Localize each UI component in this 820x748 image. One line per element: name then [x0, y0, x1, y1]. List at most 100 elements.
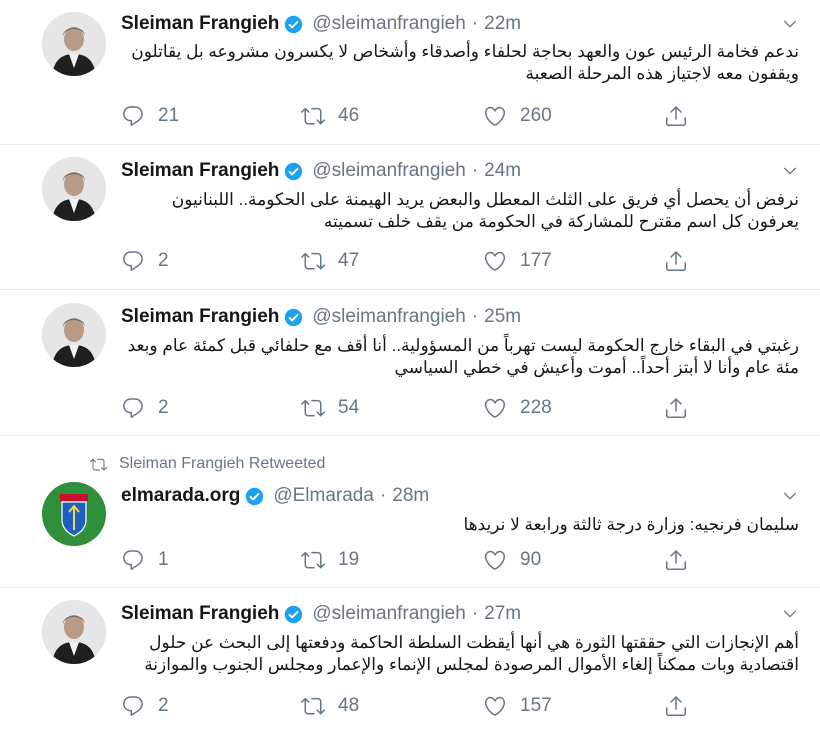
timestamp[interactable]: 28m: [392, 485, 429, 507]
elmarada-logo-icon: [42, 482, 106, 546]
retweet-icon: [90, 456, 107, 473]
share-icon: [664, 104, 688, 128]
reply-icon: [121, 548, 145, 572]
tweet[interactable]: Sleiman Frangieh @sleimanfrangieh · 22m …: [0, 0, 820, 145]
reply-count: 2: [158, 695, 169, 716]
avatar[interactable]: [42, 303, 106, 367]
tweet-text: أهم الإنجازات التي حققتها الثورة هي أنها…: [144, 633, 799, 674]
verified-icon: [284, 15, 303, 34]
like-count: 260: [520, 105, 552, 126]
retweet-icon: [301, 694, 325, 718]
timestamp[interactable]: 25m: [484, 306, 521, 328]
chevron-down-icon[interactable]: [782, 606, 798, 622]
like-button[interactable]: 157: [483, 694, 552, 718]
like-count: 157: [520, 695, 552, 716]
retweet-icon: [301, 249, 325, 273]
tweet[interactable]: Sleiman Frangieh @sleimanfrangieh · 25m …: [0, 290, 820, 436]
handle[interactable]: @sleimanfrangieh: [312, 603, 465, 625]
tweet-header: Sleiman Frangieh @sleimanfrangieh · 25m: [121, 305, 521, 329]
tweet-text: سليمان فرنجيه: وزارة درجة ثالثة ورابعة ل…: [463, 515, 799, 534]
avatar[interactable]: [42, 157, 106, 221]
like-button[interactable]: 260: [483, 104, 552, 128]
retweeted-by-label[interactable]: Sleiman Frangieh Retweeted: [119, 455, 325, 473]
tweet-header: Sleiman Frangieh @sleimanfrangieh · 27m: [121, 602, 521, 626]
like-button[interactable]: 228: [483, 396, 552, 420]
retweet-button[interactable]: 47: [301, 249, 359, 273]
reply-button[interactable]: 2: [121, 249, 169, 273]
tweet-actions: 2 47 177: [121, 249, 701, 277]
tweet-actions: 1 19 90: [121, 548, 701, 576]
tweet[interactable]: Sleiman Frangieh @sleimanfrangieh · 24m …: [0, 145, 820, 290]
retweet-count: 19: [338, 549, 360, 570]
person-photo: [42, 12, 106, 76]
tweet[interactable]: Sleiman Frangieh Retweeted elmarada.org …: [0, 436, 820, 588]
reply-button[interactable]: 21: [121, 104, 179, 128]
reply-icon: [121, 694, 145, 718]
reply-button[interactable]: 2: [121, 694, 169, 718]
chevron-down-icon[interactable]: [782, 163, 798, 179]
reply-icon: [121, 249, 145, 273]
timestamp[interactable]: 27m: [484, 603, 521, 625]
like-icon: [483, 396, 507, 420]
person-photo: [42, 303, 106, 367]
reply-button[interactable]: 2: [121, 396, 169, 420]
share-icon: [664, 396, 688, 420]
share-icon: [664, 548, 688, 572]
share-icon: [664, 694, 688, 718]
tweet-header: elmarada.org @Elmarada · 28m: [121, 484, 429, 508]
separator-dot: ·: [471, 603, 479, 624]
like-count: 90: [520, 549, 542, 570]
verified-icon: [245, 487, 264, 506]
display-name[interactable]: Sleiman Frangieh: [121, 306, 279, 328]
like-icon: [483, 694, 507, 718]
like-count: 177: [520, 250, 552, 271]
share-button[interactable]: [664, 104, 701, 128]
tweet[interactable]: Sleiman Frangieh @sleimanfrangieh · 27m …: [0, 588, 820, 748]
retweet-button[interactable]: 46: [301, 104, 359, 128]
tweet-actions: 2 54 228: [121, 396, 701, 424]
share-button[interactable]: [664, 396, 701, 420]
tweet-text: رغبتي في البقاء خارج الحكومة ليست تهرباً…: [127, 336, 799, 377]
display-name[interactable]: Sleiman Frangieh: [121, 13, 279, 35]
retweet-count: 54: [338, 397, 360, 418]
retweet-icon: [301, 396, 325, 420]
handle[interactable]: @sleimanfrangieh: [312, 160, 465, 182]
timestamp[interactable]: 24m: [484, 160, 521, 182]
share-button[interactable]: [664, 548, 701, 572]
display-name[interactable]: Sleiman Frangieh: [121, 160, 279, 182]
retweet-button[interactable]: 48: [301, 694, 359, 718]
retweet-count: 46: [338, 105, 360, 126]
reply-count: 21: [158, 105, 180, 126]
share-button[interactable]: [664, 249, 701, 273]
retweet-button[interactable]: 19: [301, 548, 359, 572]
handle[interactable]: @sleimanfrangieh: [312, 13, 465, 35]
reply-button[interactable]: 1: [121, 548, 169, 572]
like-button[interactable]: 90: [483, 548, 541, 572]
timestamp[interactable]: 22m: [484, 13, 521, 35]
reply-count: 1: [158, 549, 169, 570]
like-count: 228: [520, 397, 552, 418]
separator-dot: ·: [471, 13, 479, 34]
verified-icon: [284, 308, 303, 327]
avatar[interactable]: [42, 600, 106, 664]
tweet-text: نرفض أن يحصل أي فريق على الثلث المعطل وا…: [171, 190, 799, 231]
tweet-actions: 2 48 157: [121, 694, 701, 722]
chevron-down-icon[interactable]: [782, 16, 798, 32]
display-name[interactable]: Sleiman Frangieh: [121, 603, 279, 625]
display-name[interactable]: elmarada.org: [121, 485, 240, 507]
reply-icon: [121, 396, 145, 420]
reply-icon: [121, 104, 145, 128]
chevron-down-icon[interactable]: [782, 488, 798, 504]
like-button[interactable]: 177: [483, 249, 552, 273]
share-button[interactable]: [664, 694, 701, 718]
handle[interactable]: @Elmarada: [273, 485, 374, 507]
retweet-button[interactable]: 54: [301, 396, 359, 420]
share-icon: [664, 249, 688, 273]
person-photo: [42, 157, 106, 221]
avatar[interactable]: [42, 482, 106, 546]
retweet-count: 48: [338, 695, 360, 716]
like-icon: [483, 249, 507, 273]
avatar[interactable]: [42, 12, 106, 76]
tweet-actions: 21 46 260: [121, 104, 701, 132]
handle[interactable]: @sleimanfrangieh: [312, 306, 465, 328]
